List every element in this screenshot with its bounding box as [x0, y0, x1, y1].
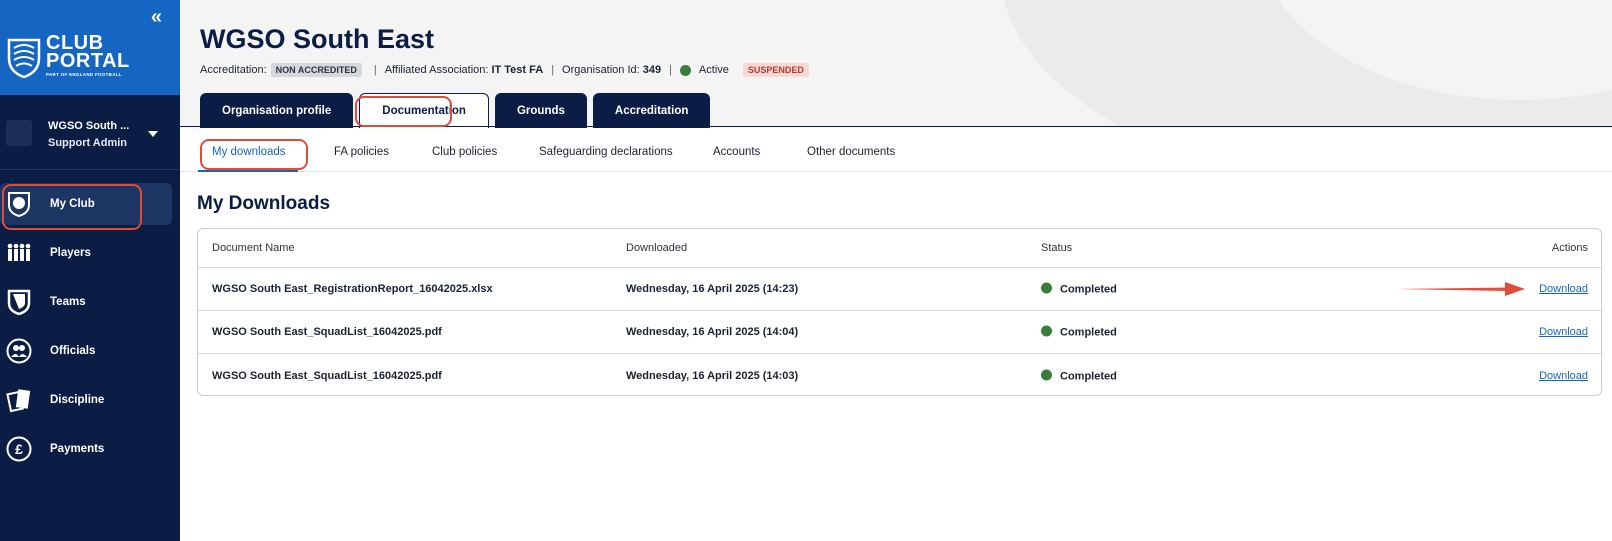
tab-accreditation[interactable]: Accreditation	[592, 93, 711, 128]
section-title: My Downloads	[197, 193, 331, 214]
status-text: Completed	[1060, 283, 1117, 296]
separator: |	[373, 64, 377, 76]
download-link[interactable]: Download	[1539, 283, 1588, 295]
column-header: Status	[1041, 242, 1073, 254]
sidebar-item-payments[interactable]: £ Payments	[0, 428, 172, 470]
sidebar-item-label: Players	[50, 247, 91, 259]
sidebar-item-label: Payments	[50, 443, 105, 455]
status-dot-icon	[1041, 369, 1052, 380]
table-row: WGSO South East_SquadList_16042025.pdf W…	[198, 311, 1601, 354]
subtab-fa-policies[interactable]: FA policies	[334, 146, 389, 158]
org-tabs: Organisation profile Documentation Groun…	[200, 93, 716, 128]
user-role: Support Admin	[48, 137, 128, 149]
status-text: Completed	[1060, 370, 1117, 382]
subtab-other-documents[interactable]: Other documents	[807, 146, 895, 158]
sidebar: « CLUB PORTAL PART OF ENGLAND FOOTBALL W…	[0, 0, 180, 541]
officials-icon	[6, 338, 32, 364]
status-label: Active	[698, 64, 729, 76]
sidebar-item-label: My Club	[50, 198, 95, 210]
logo-wordmark: CLUB PORTAL	[46, 32, 130, 72]
tab-grounds[interactable]: Grounds	[494, 93, 587, 128]
association-value: IT Test FA	[491, 64, 544, 76]
downloaded-date: Wednesday, 16 April 2025 (14:23)	[626, 283, 799, 295]
user-name: WGSO South ...	[48, 120, 130, 132]
header-divider	[180, 126, 1612, 127]
status-dot-icon	[679, 64, 691, 76]
sidebar-item-officials[interactable]: Officials	[0, 330, 172, 372]
status-cell: Completed	[1041, 325, 1117, 339]
separator: |	[669, 64, 672, 76]
sidebar-item-players[interactable]: Players	[0, 232, 172, 274]
active-subtab-indicator	[198, 170, 298, 172]
column-header: Actions	[1551, 242, 1588, 254]
status-cell: Completed	[1041, 369, 1117, 382]
status-text: Completed	[1060, 326, 1117, 339]
separator: |	[551, 64, 555, 76]
subtab-club-policies[interactable]: Club policies	[432, 146, 497, 158]
download-link[interactable]: Download	[1539, 326, 1588, 338]
table-header: Document Name Downloaded Status Actions	[198, 229, 1601, 268]
sidebar-item-my-club[interactable]: My Club	[0, 183, 172, 225]
user-switcher[interactable]: WGSO South ... Support Admin	[0, 100, 180, 170]
org-id-label: Organisation Id:	[562, 64, 640, 76]
column-header: Downloaded	[626, 242, 688, 254]
subtab-safeguarding-declarations[interactable]: Safeguarding declarations	[539, 146, 673, 158]
status-dot-icon	[1041, 325, 1052, 337]
subtab-my-downloads[interactable]: My downloads	[212, 146, 286, 158]
suspended-badge: SUSPENDED	[742, 63, 809, 77]
downloads-table: Document Name Downloaded Status Actions …	[197, 228, 1602, 396]
players-icon	[7, 243, 31, 261]
download-link[interactable]: Download	[1539, 370, 1588, 382]
tab-documentation[interactable]: Documentation	[359, 93, 489, 128]
document-name: WGSO South East_RegistrationReport_16042…	[212, 283, 493, 295]
page-title: WGSO South East	[200, 24, 435, 54]
association-label: Affiliated Association:	[384, 64, 489, 76]
column-header: Document Name	[212, 242, 295, 254]
teams-shield-icon	[7, 289, 31, 315]
status-dot-icon	[1041, 282, 1052, 294]
documentation-subtabs: My downloads FA policies Club policies S…	[180, 128, 1612, 172]
sidebar-item-discipline[interactable]: Discipline	[0, 379, 172, 421]
club-portal-logo-icon	[7, 38, 41, 78]
accreditation-badge: NON ACCREDITED	[270, 63, 362, 77]
cards-icon	[6, 389, 31, 413]
org-meta: Accreditation: NON ACCREDITED | Affiliat…	[200, 63, 809, 77]
chevron-down-icon[interactable]	[148, 131, 158, 137]
svg-text:£: £	[15, 441, 23, 457]
avatar	[6, 120, 32, 146]
accreditation-label: Accreditation:	[200, 64, 267, 76]
org-id-value: 349	[642, 64, 662, 76]
downloaded-date: Wednesday, 16 April 2025 (14:03)	[626, 369, 799, 382]
document-name: WGSO South East_SquadList_16042025.pdf	[212, 326, 442, 338]
sidebar-item-label: Teams	[50, 296, 86, 308]
arrow-annotation-icon	[1395, 282, 1525, 296]
status-cell: Completed	[1041, 282, 1117, 296]
brand-area: « CLUB PORTAL PART OF ENGLAND FOOTBALL	[0, 0, 180, 95]
document-name: WGSO South East_SquadList_16042025.pdf	[212, 369, 442, 382]
org-header: WGSO South East Accreditation: NON ACCRE…	[180, 0, 1612, 128]
sidebar-item-label: Officials	[50, 345, 96, 357]
pound-icon: £	[6, 436, 32, 462]
table-row: WGSO South East_SquadList_16042025.pdf W…	[198, 354, 1601, 397]
subtab-accounts[interactable]: Accounts	[713, 146, 760, 158]
logo-subtitle: PART OF ENGLAND FOOTBALL	[46, 72, 122, 77]
collapse-sidebar-button[interactable]: «	[151, 6, 162, 29]
sidebar-item-label: Discipline	[50, 394, 105, 406]
sidebar-item-teams[interactable]: Teams	[0, 281, 172, 323]
tab-organisation-profile[interactable]: Organisation profile	[200, 93, 354, 128]
downloaded-date: Wednesday, 16 April 2025 (14:04)	[626, 326, 799, 338]
club-shield-icon	[8, 192, 30, 217]
table-row: WGSO South East_RegistrationReport_16042…	[198, 268, 1601, 311]
